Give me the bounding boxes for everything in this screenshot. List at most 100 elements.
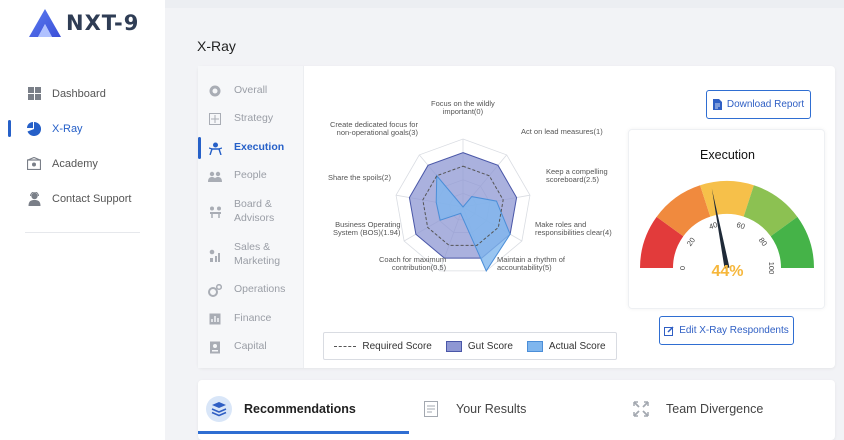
tab-label: Your Results [456, 402, 527, 416]
radar-axis-label: Coach for maximum contribution(0.5) [379, 256, 446, 272]
category-label-line1: Board & [234, 198, 272, 210]
gauge-tick-label: 60 [735, 220, 746, 231]
brand-name: NXT-9 [66, 11, 140, 35]
sidebar-item-contact-support[interactable]: Contact Support [0, 181, 165, 216]
edit-xray-respondents-button[interactable]: Edit X-Ray Respondents [659, 316, 794, 345]
pie-chart-icon [27, 121, 41, 136]
radar-axis-label-line2: responsibilities clear(4) [535, 228, 612, 237]
radar-axis-label-line2: accountability(5) [497, 263, 552, 272]
tab-label: Team Divergence [666, 402, 764, 416]
download-report-button[interactable]: Download Report [706, 90, 811, 119]
finance-icon [208, 312, 222, 326]
page-title: X-Ray [197, 38, 236, 54]
bottom-tabs-card: Recommendations Your Results Team Diverg… [198, 380, 835, 440]
radar-axis-label: Business Operating System (BOS)(1.94) [333, 221, 401, 237]
legend-required: Required Score [334, 340, 432, 352]
legend-gut: Gut Score [445, 340, 513, 352]
legend-actual-label: Actual Score [548, 340, 606, 352]
execution-radar-chart: Focus on the wildly important(0) Act on le… [311, 66, 631, 331]
xray-card: Overall Strategy Execution People Board … [198, 66, 835, 368]
category-label: Finance [234, 312, 272, 324]
sidebar-item-xray[interactable]: X-Ray [0, 111, 165, 146]
category-finance[interactable]: Finance [198, 311, 304, 326]
top-bar [165, 0, 844, 8]
radar-axis-label: Create dedicated focus for non-operationa… [330, 121, 418, 137]
category-sales-marketing[interactable]: Sales & Marketing [198, 240, 304, 268]
category-board-advisors[interactable]: Board & Advisors [198, 197, 304, 225]
radar-axis-label-line2: scoreboard(2.5) [546, 175, 599, 184]
edit-respondents-label: Edit X-Ray Respondents [679, 325, 789, 336]
radar-axis-label: Focus on the wildly important(0) [431, 100, 495, 116]
tab-team-divergence[interactable]: Team Divergence [628, 394, 763, 424]
dashboard-grid-icon [27, 87, 41, 101]
sidebar-divider [25, 232, 140, 233]
sidebar-nav: Dashboard X-Ray Academy Contact Support [0, 76, 165, 216]
radar-axis-label-line2: non-operational goals(3) [336, 128, 418, 137]
category-label: Overall [234, 84, 268, 96]
edit-icon [664, 325, 674, 336]
sidebar-item-label: X-Ray [52, 122, 83, 135]
nxt9-logo-icon [29, 9, 61, 37]
sidebar: NXT-9 Dashboard X-Ray Academy Contact Su… [0, 0, 165, 440]
legend-actual: Actual Score [526, 340, 606, 352]
radar-axis-label-line2: contribution(0.5) [391, 263, 447, 272]
category-label: Board & Advisors [234, 197, 274, 225]
category-label-line1: Sales & [234, 241, 271, 253]
capital-icon [208, 340, 222, 354]
category-label: People [234, 169, 267, 181]
tab-label: Recommendations [244, 402, 356, 416]
board-icon [208, 205, 222, 219]
operations-icon [208, 283, 222, 297]
radar-axis-label: Share the spoils(2) [328, 174, 391, 182]
sidebar-item-label: Academy [52, 157, 98, 170]
category-label: Capital [234, 340, 267, 352]
radar-axis-label-line1: Act on lead measures(1) [521, 127, 603, 136]
sidebar-item-academy[interactable]: Academy [0, 146, 165, 181]
category-label: Operations [234, 283, 286, 295]
execution-icon [208, 141, 222, 155]
results-icon [418, 396, 444, 422]
support-agent-icon [27, 191, 41, 206]
category-list: Overall Strategy Execution People Board … [198, 66, 304, 368]
category-strategy[interactable]: Strategy [198, 111, 304, 126]
active-tab-underline [198, 431, 409, 434]
divergence-icon [628, 396, 654, 422]
legend-required-label: Required Score [362, 340, 432, 352]
sidebar-item-label: Dashboard [52, 87, 106, 100]
radar-axis-label: Act on lead measures(1) [521, 128, 603, 136]
radar-axis-label-line2: System (BOS)(1.94) [333, 228, 401, 237]
category-overall[interactable]: Overall [198, 83, 304, 98]
tab-your-results[interactable]: Your Results [418, 394, 526, 424]
brand-logo[interactable]: NXT-9 [28, 8, 139, 38]
radar-axis-label-line1: Share the spoils(2) [328, 173, 391, 182]
tab-recommendations[interactable]: Recommendations [206, 394, 356, 424]
category-capital[interactable]: Capital [198, 339, 304, 354]
gauge-svg: 02040 6080100 [640, 181, 814, 274]
gauge-tick-label: 80 [757, 236, 769, 248]
radar-axis-label: Keep a compelling scoreboard(2.5) [546, 168, 608, 184]
overall-icon [208, 84, 222, 98]
radar-legend: Required Score Gut Score Actual Score [323, 332, 617, 360]
execution-gauge-card: Execution 0 20 40 60 80 100 44% [628, 129, 825, 309]
category-label: Strategy [234, 112, 274, 124]
gauge-tick-label: 40 [708, 220, 719, 231]
main-content: X-Ray Overall Strategy Execution People [165, 0, 844, 440]
radar-axis-label: Maintain a rhythm of accountability(5) [497, 256, 565, 272]
category-execution[interactable]: Execution [198, 137, 304, 159]
sales-icon [208, 248, 222, 262]
gauge-value: 44% [711, 263, 744, 280]
legend-gut-label: Gut Score [467, 340, 513, 352]
radar-axis-label-line2: important(0) [442, 107, 484, 116]
category-people[interactable]: People [198, 168, 304, 183]
category-label: Execution [234, 141, 285, 153]
legend-actual-swatch [526, 340, 543, 352]
sidebar-item-label: Contact Support [52, 192, 132, 205]
strategy-icon [208, 112, 222, 126]
legend-gut-swatch [445, 340, 462, 352]
download-report-label: Download Report [726, 99, 805, 110]
category-operations[interactable]: Operations [198, 282, 304, 297]
category-label-line2: Advisors [234, 212, 275, 224]
recommendations-icon [206, 396, 232, 422]
radar-axis-label: Make roles and responsibilities clear(4) [535, 221, 612, 237]
sidebar-item-dashboard[interactable]: Dashboard [0, 76, 165, 111]
